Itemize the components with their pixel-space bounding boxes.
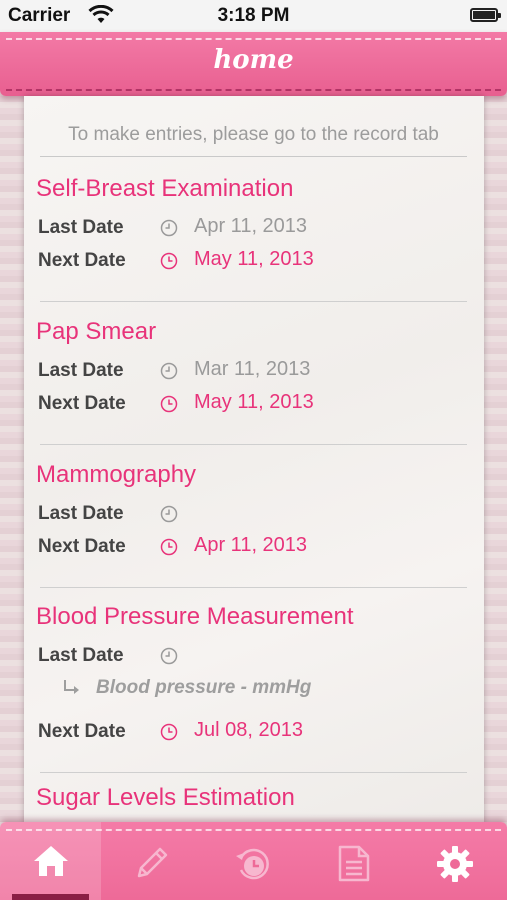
divider <box>40 772 467 773</box>
clock-icon <box>160 538 178 556</box>
clock-icon <box>160 395 178 413</box>
last-date-label: Last Date <box>38 217 124 238</box>
entry-title: Pap Smear <box>36 318 157 345</box>
clock-icon <box>160 219 178 237</box>
clock-icon <box>160 647 178 665</box>
entries-hint: To make entries, please go to the record… <box>68 124 439 145</box>
last-date-label: Last Date <box>38 503 124 524</box>
divider <box>40 444 467 445</box>
entry-title: Sugar Levels Estimation <box>36 784 295 811</box>
divider <box>40 156 467 157</box>
tab-settings[interactable] <box>404 822 505 900</box>
last-date-row: Last Date Apr 11, 2013 <box>38 215 468 243</box>
last-date-label: Last Date <box>38 645 124 666</box>
clock-icon <box>160 362 178 380</box>
home-icon <box>33 846 68 876</box>
next-date-row: Next Date May 11, 2013 <box>38 391 468 419</box>
battery-icon <box>470 8 501 22</box>
last-date-value: Mar 11, 2013 <box>194 358 311 380</box>
last-date-row: Last Date <box>38 501 468 529</box>
last-date-label: Last Date <box>38 360 124 381</box>
next-date-label: Next Date <box>38 393 126 414</box>
page-title: home <box>213 45 294 75</box>
pencil-icon <box>137 847 167 878</box>
next-date-row: Next Date May 11, 2013 <box>38 248 468 276</box>
tab-history[interactable] <box>202 822 303 900</box>
entry-title: Blood Pressure Measurement <box>36 603 354 630</box>
status-time: 3:18 PM <box>217 5 290 26</box>
clock-icon <box>160 723 178 741</box>
blood-pressure-value: Blood pressure - mmHg <box>96 677 312 698</box>
entry-title: Self-Breast Examination <box>36 175 294 202</box>
content-paper <box>24 96 484 824</box>
gear-icon <box>436 846 473 882</box>
last-date-row: Last Date <box>38 643 468 671</box>
next-date-value: Jul 08, 2013 <box>194 719 303 741</box>
document-icon <box>338 845 369 882</box>
nav-bar: home <box>0 32 507 96</box>
tab-bar <box>0 822 507 900</box>
nav-stitch-bottom <box>6 89 501 91</box>
nav-stitch-top <box>6 38 501 40</box>
next-date-value: Apr 11, 2013 <box>194 534 308 556</box>
divider <box>40 301 467 302</box>
last-date-row: Last Date Mar 11, 2013 <box>38 358 468 386</box>
tab-record[interactable] <box>101 822 202 900</box>
clock-icon <box>160 505 178 523</box>
tab-documents[interactable] <box>303 822 404 900</box>
last-date-value: Apr 11, 2013 <box>194 215 308 237</box>
next-date-label: Next Date <box>38 536 126 557</box>
tab-home[interactable] <box>0 822 101 900</box>
next-date-row: Next Date Apr 11, 2013 <box>38 534 468 562</box>
next-date-label: Next Date <box>38 721 126 742</box>
next-date-row: Next Date Jul 08, 2013 <box>38 719 468 747</box>
clock-icon <box>160 252 178 270</box>
next-date-label: Next Date <box>38 250 126 271</box>
next-date-value: May 11, 2013 <box>194 248 314 270</box>
history-clock-icon <box>235 848 269 880</box>
sub-item-arrow-icon <box>64 680 79 694</box>
entry-title: Mammography <box>36 461 197 488</box>
next-date-value: May 11, 2013 <box>194 391 314 413</box>
blood-pressure-reading: Blood pressure - mmHg <box>62 677 462 703</box>
divider <box>40 587 467 588</box>
status-bar: Carrier 3:18 PM <box>0 0 507 32</box>
